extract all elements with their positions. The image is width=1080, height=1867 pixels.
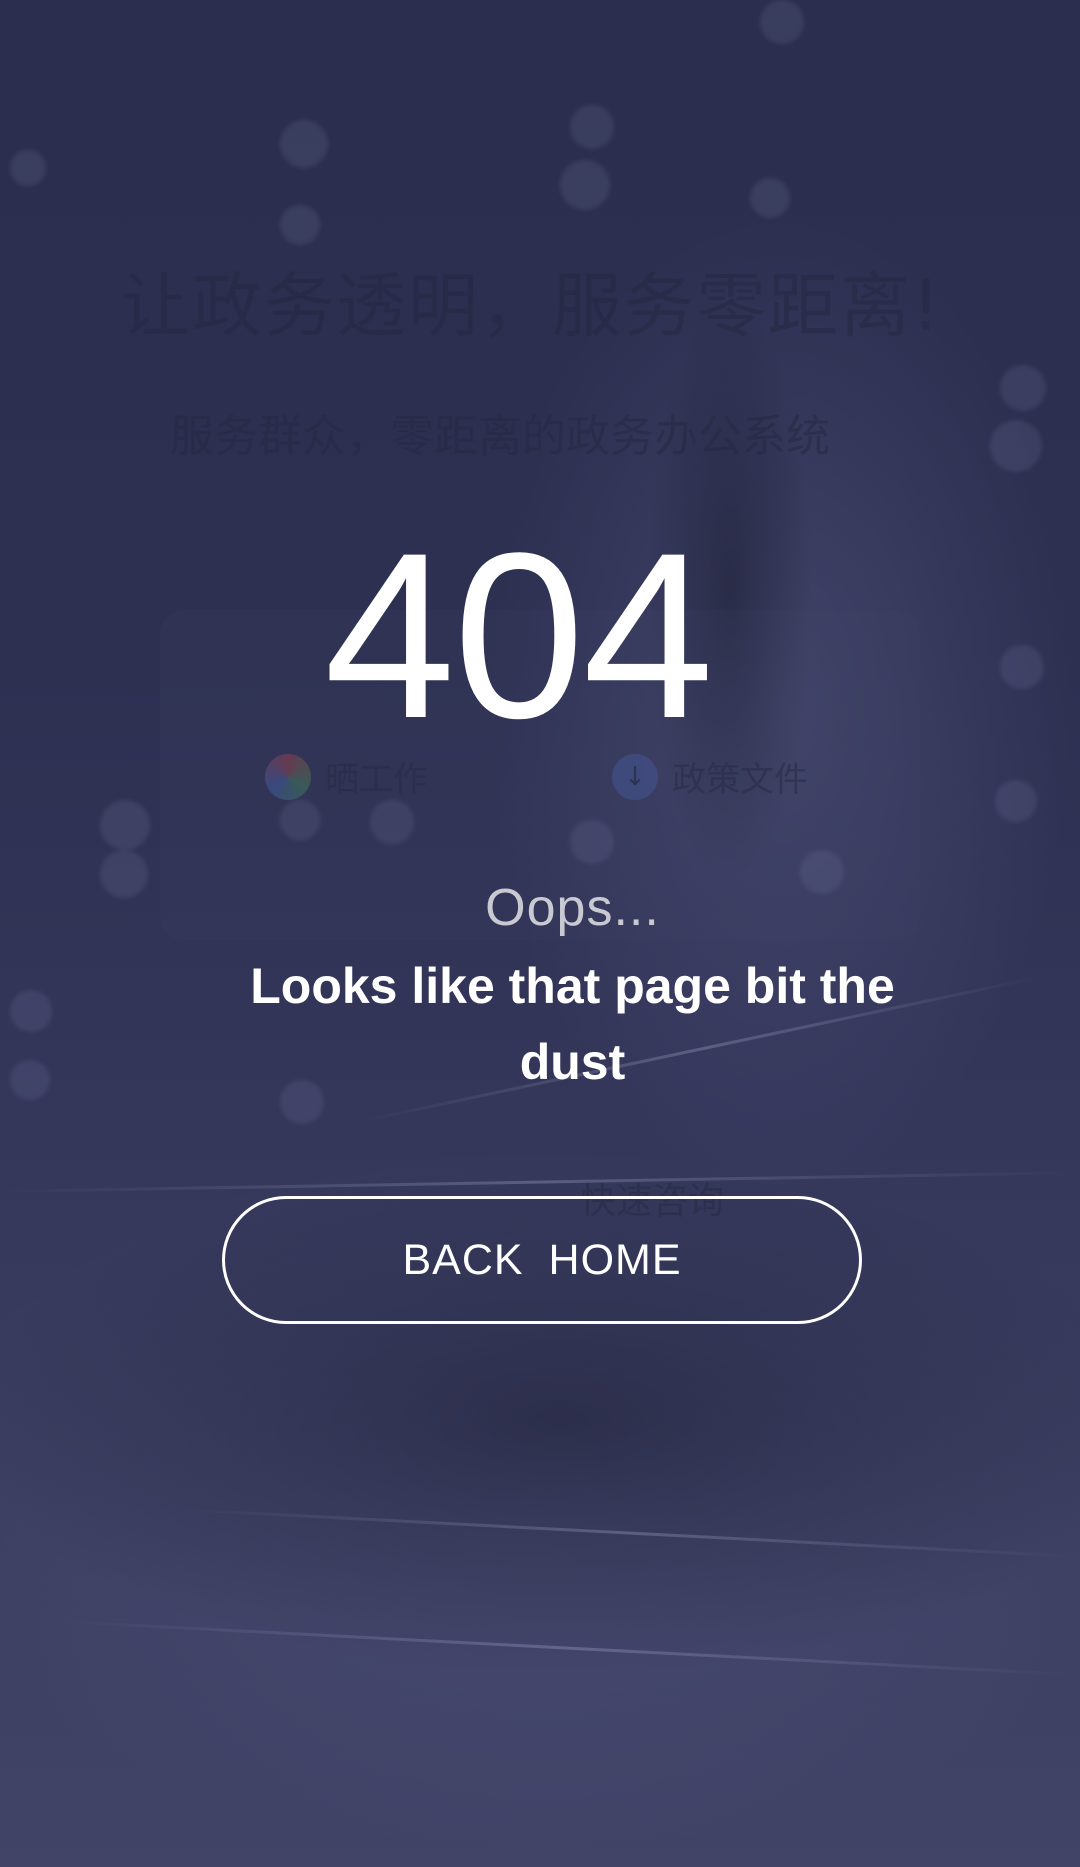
- bokeh-light: [760, 0, 804, 44]
- shutter-icon: [265, 753, 311, 800]
- background-subtitle: 服务群众，零距离的政务办公系统: [170, 411, 830, 462]
- error-message: Looks like that page bit the dust: [250, 958, 895, 1090]
- bokeh-light: [560, 160, 610, 210]
- bokeh-light: [10, 1060, 50, 1100]
- error-code: 404: [324, 504, 714, 768]
- bokeh-light: [990, 420, 1042, 472]
- bokeh-light: [10, 990, 52, 1032]
- bokeh-light: [570, 105, 614, 149]
- bokeh-light: [100, 800, 150, 850]
- bokeh-light: [995, 780, 1037, 822]
- bokeh-light: [10, 150, 46, 186]
- bokeh-light: [750, 178, 790, 218]
- background-headline: 让政务透明，服务零距离!: [120, 265, 943, 347]
- oops-text: Oops...: [485, 879, 660, 937]
- back-home-button[interactable]: BACK HOME: [222, 1196, 862, 1324]
- bokeh-light: [280, 120, 328, 168]
- bokeh-light: [1000, 365, 1046, 411]
- bokeh-light: [280, 205, 320, 245]
